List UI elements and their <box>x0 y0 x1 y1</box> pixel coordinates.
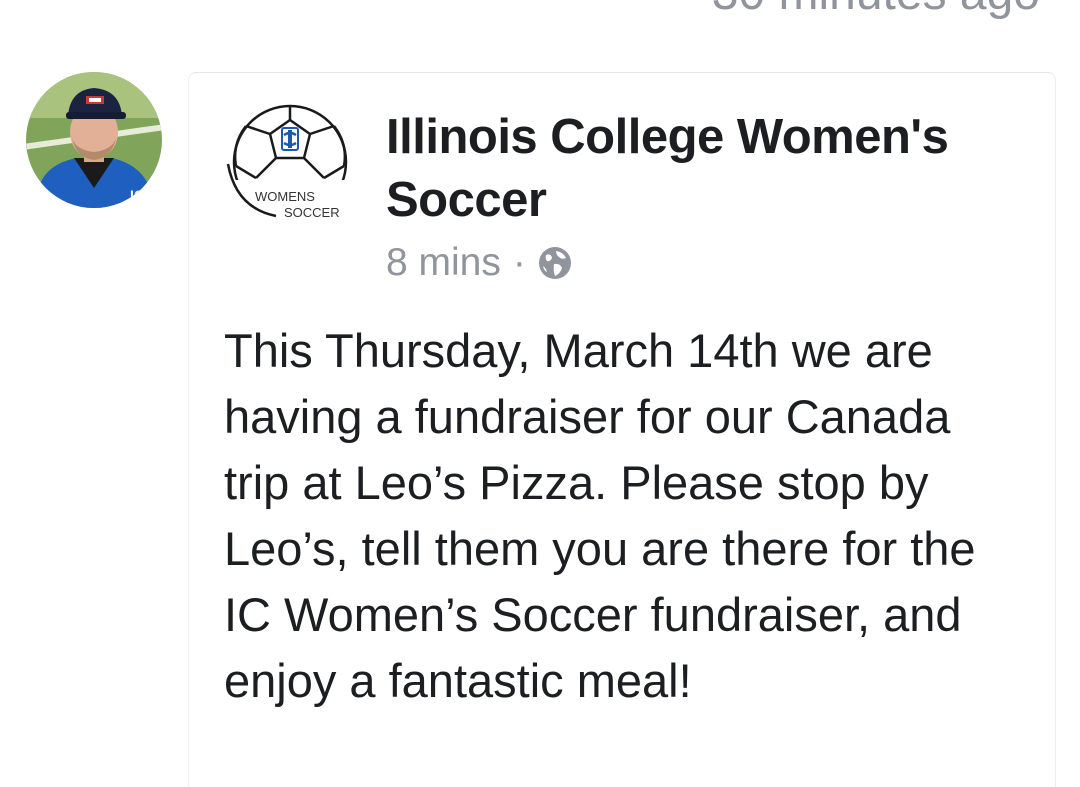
comment-timestamp: 30 minutes ago <box>712 0 1040 21</box>
post-time[interactable]: 8 mins <box>386 241 501 285</box>
page-name-link[interactable]: Illinois College Women's Soccer <box>386 106 1026 232</box>
avatar[interactable]: IC <box>26 72 162 208</box>
logo-text-womens: WOMENS <box>255 189 315 204</box>
user-avatar-photo-icon: IC <box>26 72 162 208</box>
logo-text-soccer: SOCCER <box>284 205 340 220</box>
page-logo[interactable]: WOMENS SOCCER <box>222 104 358 224</box>
globe-icon <box>538 246 572 280</box>
post-screen: 30 minutes ago IC <box>0 0 1080 787</box>
soccer-ball-logo-icon: WOMENS SOCCER <box>226 104 350 224</box>
post-meta: 8 mins · <box>386 236 572 290</box>
post-body-text: This Thursday, March 14th we are having … <box>224 324 976 707</box>
meta-separator: · <box>512 241 526 284</box>
svg-text:IC: IC <box>130 187 144 203</box>
